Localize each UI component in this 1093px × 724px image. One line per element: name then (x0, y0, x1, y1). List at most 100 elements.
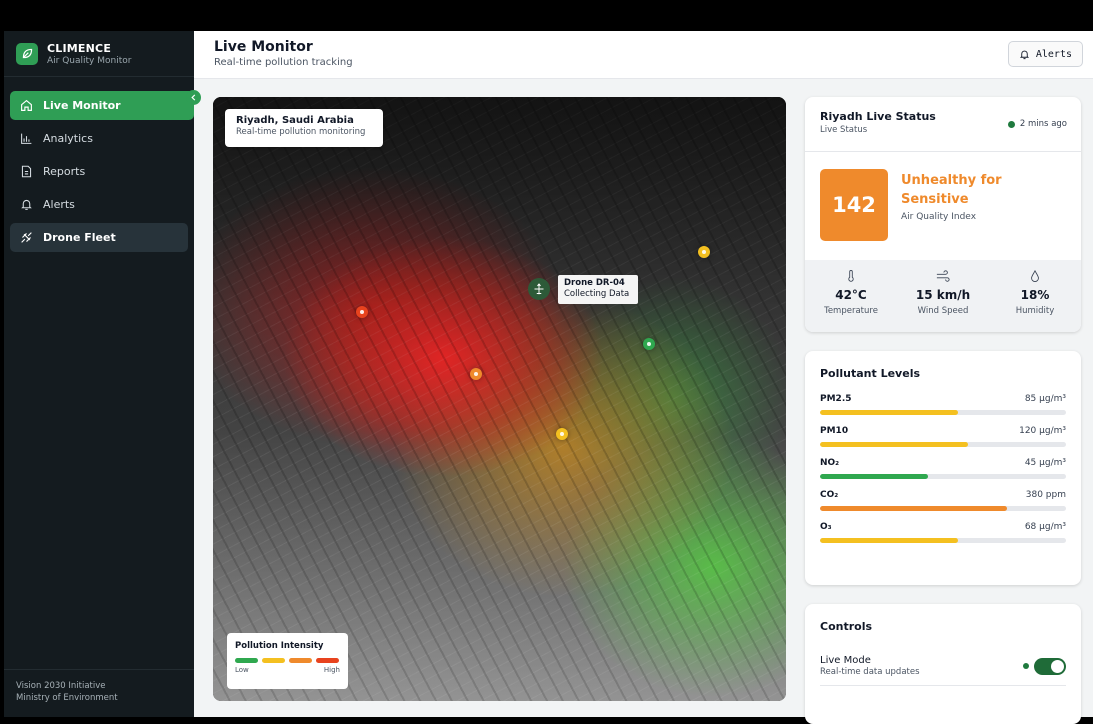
sidebar-item-label: Drone Fleet (43, 231, 116, 244)
sidebar-item-label: Alerts (43, 198, 75, 211)
map-shade (213, 97, 786, 701)
plane-icon (534, 283, 544, 295)
app-name: CLIMENCE (47, 41, 112, 55)
pollutant-bar-track (820, 442, 1066, 447)
map-marker-yellow[interactable] (556, 428, 568, 440)
controls-title: Controls (820, 620, 873, 633)
humidity-label: Humidity (1015, 306, 1055, 316)
pollutant-value: 380 ppm (1025, 490, 1066, 500)
weather-humidity: 18% Humidity (989, 260, 1081, 332)
pollutant-value: 85 μg/m³ (1024, 394, 1066, 404)
app-subtitle: Air Quality Monitor (47, 55, 132, 66)
sidebar-item-alerts[interactable]: Alerts (10, 190, 188, 219)
wind-label: Wind Speed (917, 306, 969, 316)
pollutant-title: Pollutant Levels (820, 367, 921, 380)
live-mode-toggle[interactable] (1034, 657, 1066, 675)
sidebar-item-drone-fleet[interactable]: Drone Fleet (10, 223, 188, 252)
pollutant-name: PM10 (820, 426, 849, 436)
alerts-button[interactable]: Alerts (1007, 41, 1083, 67)
pollutant-name: PM2.5 (820, 394, 852, 404)
pollutant-bar-fill (820, 506, 1007, 511)
weather-strip: 42°C Temperature 15 km/h Wind Speed 18% … (805, 260, 1081, 332)
updated-time: 2 mins ago (1019, 119, 1067, 129)
pollution-map[interactable]: Riyadh, Saudi Arabia Real-time pollution… (213, 97, 786, 701)
location-title: Riyadh, Saudi Arabia (236, 115, 354, 126)
sidebar-nav: Live Monitor Analytics Reports Alerts Dr… (4, 77, 194, 252)
pollutant-name: NO₂ (820, 458, 840, 468)
sidebar: CLIMENCE Air Quality Monitor Live Monito… (4, 31, 194, 717)
home-icon (19, 99, 33, 113)
pollutant-bar-track (820, 410, 1066, 415)
live-mode-row: Live Mode Real-time data updates (820, 655, 1066, 686)
pollutant-row: O₃ 68 μg/m³ (820, 522, 1066, 543)
map-marker-orange[interactable] (470, 368, 482, 380)
legend-bar-red (316, 658, 339, 663)
pollutant-row: PM10 120 μg/m³ (820, 426, 1066, 447)
humidity-value: 18% (1020, 288, 1050, 302)
brand: CLIMENCE Air Quality Monitor (4, 31, 194, 77)
sidebar-item-label: Reports (43, 165, 86, 178)
live-mode-subtitle: Real-time data updates (820, 667, 920, 677)
pollutant-bar-track (820, 506, 1066, 511)
sidebar-item-label: Analytics (43, 132, 93, 145)
drone-name: Drone DR-04 (564, 278, 625, 288)
legend-bar-orange (289, 658, 312, 663)
live-dot-icon (1007, 120, 1015, 128)
chevron-left-icon (191, 94, 196, 101)
pollutant-value: 45 μg/m³ (1024, 458, 1066, 468)
pollutant-bar-track (820, 474, 1066, 479)
legend-high-label: High (323, 666, 340, 674)
sidebar-item-label: Live Monitor (43, 99, 121, 112)
legend-low-label: Low (235, 666, 249, 674)
page-title: Live Monitor (214, 39, 313, 55)
pollutant-name: O₃ (820, 522, 832, 532)
bell-icon (19, 198, 33, 212)
page-header: Live Monitor Real-time pollution trackin… (194, 31, 1093, 79)
main-content: Live Monitor Real-time pollution trackin… (194, 31, 1093, 724)
pollutant-bar-fill (820, 442, 968, 447)
droplet-icon (989, 270, 1081, 282)
temperature-value: 42°C (835, 288, 867, 302)
footer-initiative: Vision 2030 Initiative (16, 681, 106, 691)
aqi-value: 142 (820, 169, 888, 241)
drone-marker[interactable] (528, 278, 550, 300)
drone-status: Collecting Data (564, 289, 630, 299)
thermometer-icon (805, 270, 897, 282)
leaf-logo-icon (16, 42, 38, 65)
wind-icon (897, 270, 989, 282)
map-marker-green[interactable] (643, 338, 655, 350)
pollutant-bar-fill (820, 410, 958, 415)
live-mode-label: Live Mode (820, 655, 871, 666)
pollutant-levels-panel: Pollutant Levels PM2.5 85 μg/m³ PM10 120 μg… (805, 351, 1081, 585)
status-updated: 2 mins ago (1007, 119, 1067, 129)
live-status-panel: Riyadh Live Status Live Status 2 mins ag… (805, 97, 1081, 332)
map-marker-yellow[interactable] (698, 246, 710, 258)
wind-value: 15 km/h (915, 288, 971, 302)
sidebar-item-live-monitor[interactable]: Live Monitor (10, 91, 194, 120)
legend-bar-green (235, 658, 258, 663)
pollutant-row: PM2.5 85 μg/m³ (820, 394, 1066, 415)
pollutant-value: 120 μg/m³ (1019, 426, 1066, 436)
location-subtitle: Real-time pollution monitoring (236, 127, 366, 137)
pollutant-value: 68 μg/m³ (1024, 522, 1066, 532)
temperature-label: Temperature (824, 306, 878, 316)
footer-ministry: Ministry of Environment (16, 693, 118, 703)
collapse-sidebar-button[interactable] (186, 90, 201, 105)
top-black-bar (0, 0, 1093, 31)
sidebar-item-analytics[interactable]: Analytics (10, 124, 188, 153)
legend-title: Pollution Intensity (235, 641, 324, 651)
aqi-label: Air Quality Index (901, 212, 977, 222)
plane-icon (19, 231, 33, 245)
location-card: Riyadh, Saudi Arabia Real-time pollution… (225, 109, 383, 147)
sidebar-item-reports[interactable]: Reports (10, 157, 188, 186)
weather-wind: 15 km/h Wind Speed (897, 260, 989, 332)
legend-bar-yellow (262, 658, 285, 663)
pollutant-bar-track (820, 538, 1066, 543)
controls-panel: Controls Live Mode Real-time data update… (805, 604, 1081, 724)
alerts-button-label: Alerts (1035, 48, 1072, 60)
live-dot-icon (1023, 663, 1029, 669)
pollutant-bar-fill (820, 538, 958, 543)
pollutant-name: CO₂ (820, 490, 839, 500)
weather-temperature: 42°C Temperature (805, 260, 897, 332)
map-marker-red[interactable] (356, 306, 368, 318)
